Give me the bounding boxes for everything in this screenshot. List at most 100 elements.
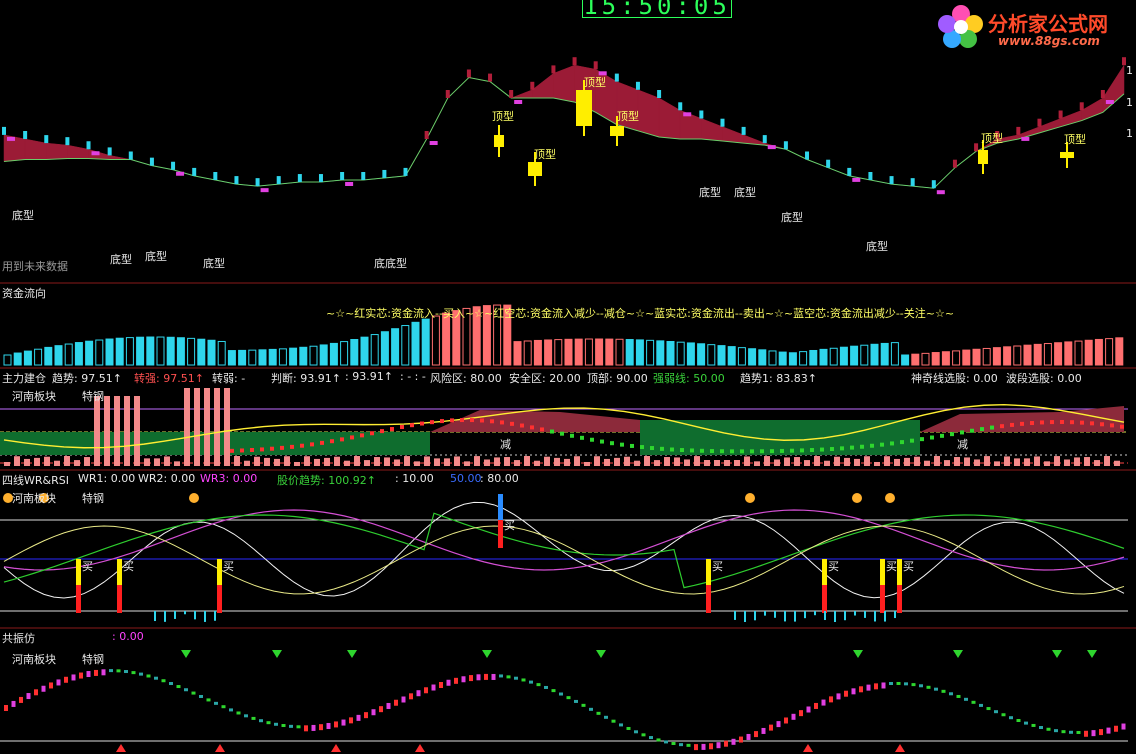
- resonance-mark: [619, 723, 623, 727]
- build-panel-graphics: [0, 388, 1128, 466]
- candle-mark: [826, 159, 831, 168]
- candle-mark: [741, 126, 746, 135]
- resonance-mark: [919, 684, 923, 688]
- build-bar: [744, 456, 750, 466]
- resonance-mark: [1091, 730, 1096, 737]
- build-bar: [114, 396, 120, 466]
- candle-mark: [1016, 126, 1021, 135]
- build-dot: [740, 449, 744, 454]
- build-bar: [444, 458, 450, 466]
- build-dot: [560, 431, 564, 436]
- build-bar: [204, 388, 210, 466]
- build-dot: [430, 420, 434, 425]
- wr-field: : 80.00: [480, 472, 519, 485]
- resonance-mark: [349, 717, 353, 724]
- flow-bar: [686, 342, 695, 366]
- flow-bar: [1115, 337, 1124, 366]
- bottom-marker: [852, 177, 861, 182]
- build-field: : - : -: [400, 370, 426, 383]
- flow-bar: [360, 336, 369, 366]
- flow-bar: [656, 340, 665, 366]
- flow-bar: [666, 340, 675, 366]
- resonance-mark: [236, 711, 241, 715]
- build-bar: [664, 457, 670, 466]
- resonance-mark: [304, 725, 308, 732]
- build-bar: [634, 460, 640, 466]
- build-dot: [260, 447, 264, 452]
- resonance-mark: [799, 710, 803, 717]
- flow-bar: [380, 331, 389, 366]
- build-dot: [600, 439, 604, 444]
- build-dot: [1070, 420, 1074, 425]
- build-bar: [474, 456, 480, 466]
- flow-bar: [574, 338, 583, 366]
- candle-mark: [128, 151, 133, 160]
- candle-mark: [868, 172, 873, 180]
- build-bar: [264, 457, 270, 466]
- build-dot: [1090, 421, 1094, 426]
- resonance-mark: [1001, 713, 1006, 717]
- price-area-segment: [109, 155, 131, 160]
- build-bar: [354, 456, 360, 466]
- flow-bar: [64, 343, 73, 366]
- flow-bar: [1074, 340, 1083, 366]
- wr1-line: [3, 501, 1125, 599]
- build-bar: [1054, 456, 1060, 466]
- build-bar: [624, 456, 630, 466]
- candle-mark: [952, 159, 957, 168]
- build-bar: [1084, 457, 1090, 466]
- price-area-segment: [1039, 118, 1061, 134]
- resonance-mark: [274, 722, 278, 726]
- down-arrow-icon: [1052, 650, 1062, 658]
- resonance-mark: [589, 707, 593, 711]
- down-arrow-icon: [272, 650, 282, 658]
- logo-text: 分析家公式网: [988, 12, 1108, 36]
- resonance-mark: [851, 688, 856, 695]
- resonance-mark: [64, 676, 68, 683]
- future-data-note: 用到未来数据: [2, 260, 68, 273]
- flow-bar: [95, 339, 104, 366]
- resonance-mark: [1031, 723, 1036, 727]
- flow-bar: [391, 328, 400, 366]
- bottom-marker: [260, 188, 269, 193]
- wr-hist-bar: [774, 611, 776, 618]
- build-bar: [884, 456, 890, 466]
- candle-mark: [340, 172, 345, 180]
- top-label: 顶型: [492, 110, 514, 123]
- up-arrow-icon: [331, 744, 341, 752]
- flow-bar: [370, 334, 379, 366]
- build-bar: [1044, 461, 1050, 466]
- resonance-mark: [1046, 727, 1051, 731]
- flow-bar: [962, 349, 971, 366]
- candle-mark: [1058, 110, 1063, 119]
- flow-bar: [523, 340, 532, 366]
- build-bar: [394, 459, 400, 466]
- flow-bar: [829, 347, 838, 366]
- flow-bar: [421, 318, 430, 366]
- resonance-mark: [289, 724, 293, 728]
- build-bar: [24, 458, 30, 466]
- bottom-marker: [176, 171, 185, 176]
- candle-mark: [403, 167, 408, 176]
- buy-signal-upper: [706, 559, 711, 585]
- build-bar: [254, 456, 260, 466]
- candle-mark: [509, 90, 514, 98]
- build-bar: [344, 460, 350, 466]
- down-arrow-icon: [1087, 650, 1097, 658]
- flow-bar: [125, 337, 134, 366]
- resonance-mark: [911, 683, 916, 687]
- buy-label: 买: [712, 560, 723, 573]
- flow-bar: [748, 348, 757, 366]
- flow-bar: [44, 346, 53, 366]
- build-bar: [1064, 459, 1070, 466]
- candle-mark: [1100, 90, 1105, 98]
- resonance-mark: [724, 740, 728, 747]
- candle-mark: [192, 167, 197, 176]
- build-bar: [464, 461, 470, 466]
- resonance-mark: [776, 721, 781, 728]
- site-logo[interactable]: 分析家公式网 www.88gs.com: [936, 2, 1136, 54]
- buy-label: 买: [123, 560, 134, 573]
- resonance-mark: [889, 682, 893, 686]
- resonance-mark: [371, 709, 376, 716]
- build-dot: [420, 421, 424, 426]
